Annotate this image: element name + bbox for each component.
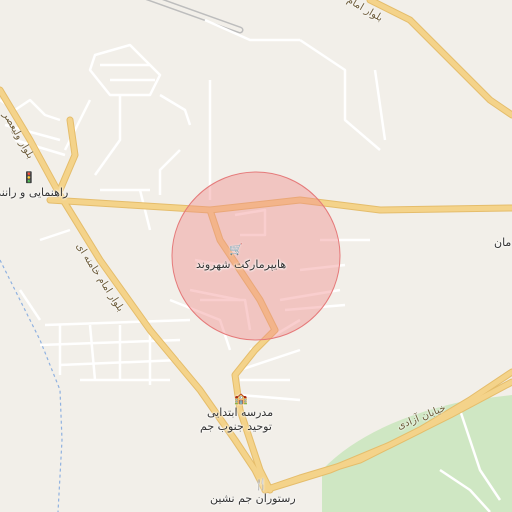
school-label-line2[interactable]: توحید جنوب جم bbox=[200, 420, 272, 433]
waterway bbox=[0, 259, 63, 512]
partial-place-label: مان bbox=[494, 236, 512, 249]
traffic-light-icon[interactable]: 🚦 bbox=[22, 171, 36, 184]
map-base bbox=[0, 0, 512, 512]
shopping-cart-icon[interactable]: 🛒 bbox=[229, 243, 243, 256]
driving-school-label[interactable]: راهنمایی و رانند bbox=[0, 186, 68, 199]
map-canvas[interactable]: 🛒 هایپرمارکت شهروند 🏫 مدرسه ابتدایی توحی… bbox=[0, 0, 512, 512]
school-icon[interactable]: 🏫 bbox=[234, 392, 248, 405]
hypermarket-label[interactable]: هایپرمارکت شهروند bbox=[196, 258, 286, 271]
school-label-line1[interactable]: مدرسه ابتدایی bbox=[207, 406, 273, 419]
fork-knife-icon[interactable]: 🍴 bbox=[254, 478, 268, 491]
search-radius-circle bbox=[171, 171, 341, 341]
restaurant-label[interactable]: رستوران جم نشین bbox=[210, 492, 296, 505]
